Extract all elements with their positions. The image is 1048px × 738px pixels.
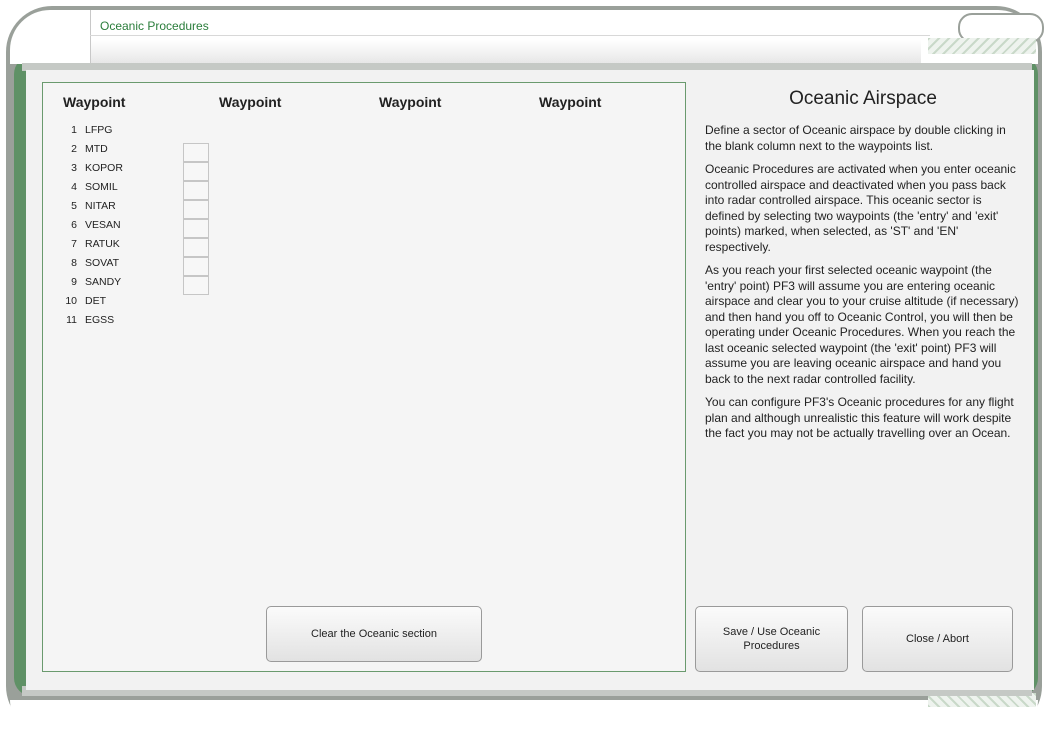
oceanic-select-cell[interactable] (183, 219, 209, 238)
save-oceanic-procedures-button[interactable]: Save / Use Oceanic Procedures (695, 606, 848, 672)
oceanic-select-cell[interactable] (183, 181, 209, 200)
waypoint-number: 10 (65, 295, 77, 307)
title-strip (90, 10, 921, 64)
waypoint-number: 5 (71, 200, 77, 212)
title-divider (90, 35, 930, 36)
window-title: Oceanic Procedures (100, 19, 209, 33)
waypoint-number: 6 (71, 219, 77, 231)
waypoint-number: 7 (71, 238, 77, 250)
waypoint-name: SOVAT (85, 257, 120, 269)
waypoint-number: 11 (66, 314, 77, 326)
oceanic-select-cell[interactable] (183, 238, 209, 257)
oceanic-select-cell[interactable] (183, 257, 209, 276)
waypoint-name: SANDY (85, 276, 122, 288)
waypoint-number: 1 (71, 124, 77, 136)
info-title: Oceanic Airspace (789, 88, 937, 109)
waypoint-column-header-1: Waypoint (63, 94, 126, 110)
waypoint-row: 1 LFPG (49, 124, 229, 142)
oceanic-select-cell[interactable] (183, 276, 209, 295)
waypoint-name: EGSS (85, 314, 115, 326)
info-paragraph: As you reach your first selected oceanic… (705, 263, 1019, 386)
waypoint-column-header-4: Waypoint (539, 94, 602, 110)
waypoint-name: RATUK (85, 238, 120, 250)
waypoint-row: 7 RATUK (49, 238, 229, 257)
waypoint-name: MTD (85, 143, 108, 155)
waypoint-name: SOMIL (85, 181, 118, 193)
oceanic-select-cell[interactable] (183, 200, 209, 219)
waypoint-number: 8 (71, 257, 77, 269)
waypoint-column-header-2: Waypoint (219, 94, 282, 110)
close-abort-button[interactable]: Close / Abort (862, 606, 1013, 672)
oceanic-select-cell[interactable] (183, 143, 209, 162)
waypoint-number: 3 (71, 162, 77, 174)
waypoint-row: 2 MTD (49, 143, 229, 162)
waypoint-row: 9 SANDY (49, 276, 229, 295)
waypoint-row: 11 EGSS (49, 314, 229, 332)
waypoint-row: 6 VESAN (49, 219, 229, 238)
waypoint-row: 5 NITAR (49, 200, 229, 219)
bottom-area (10, 700, 1038, 732)
decorative-hatch-top (928, 38, 1036, 54)
waypoint-column-header-3: Waypoint (379, 94, 442, 110)
info-text: Define a sector of Oceanic airspace by d… (705, 123, 1023, 450)
waypoint-name: DET (85, 295, 106, 307)
waypoint-panel: Waypoint Waypoint Waypoint Waypoint 1 LFP… (42, 82, 686, 672)
clear-oceanic-section-button[interactable]: Clear the Oceanic section (266, 606, 482, 662)
info-paragraph: Oceanic Procedures are activated when yo… (705, 162, 1016, 254)
waypoint-row: 10 DET (49, 295, 229, 313)
waypoint-name: VESAN (85, 219, 121, 231)
waypoint-number: 9 (71, 276, 77, 288)
waypoint-row: 4 SOMIL (49, 181, 229, 200)
oceanic-select-cell[interactable] (183, 162, 209, 181)
waypoint-row: 8 SOVAT (49, 257, 229, 276)
waypoint-number: 4 (71, 181, 77, 193)
waypoint-name: KOPOR (85, 162, 123, 174)
info-paragraph: You can configure PF3's Oceanic procedur… (705, 395, 1014, 440)
waypoint-number: 2 (71, 143, 77, 155)
waypoint-name: LFPG (85, 124, 113, 136)
waypoint-name: NITAR (85, 200, 116, 212)
waypoint-row: 3 KOPOR (49, 162, 229, 181)
info-paragraph: Define a sector of Oceanic airspace by d… (705, 123, 1006, 153)
